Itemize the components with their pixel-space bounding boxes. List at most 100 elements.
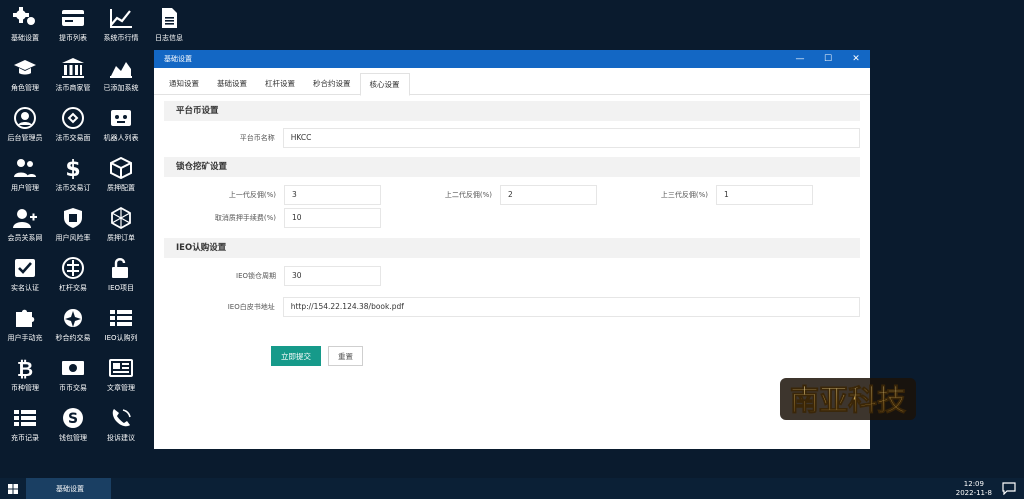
desktop-icon-log[interactable]: 日志信息 <box>144 0 194 50</box>
desktop-icon-otc_order[interactable]: $ 法币交易订 <box>48 150 98 200</box>
desktop-icon-withdraw[interactable]: 提币列表 <box>48 0 98 50</box>
dollar-icon: $ <box>60 156 86 180</box>
desktop-icon-settings[interactable]: 基础设置 <box>0 0 50 50</box>
desktop-icon-ieo[interactable]: IEO项目 <box>96 250 146 300</box>
desktop-icon-otc[interactable]: 法币交易面 <box>48 100 98 150</box>
exchange-icon <box>60 106 86 130</box>
money-icon <box>60 356 86 380</box>
newspaper-icon <box>108 356 134 380</box>
desktop-icon-label: 法币交易面 <box>55 134 91 142</box>
shield-icon <box>60 206 86 230</box>
taskbar-item-settings[interactable]: 基础设置 <box>26 478 111 499</box>
puzzle-icon <box>12 306 38 330</box>
desktop-icon-label: IEO认购列 <box>104 334 138 342</box>
area-chart-icon <box>108 56 134 80</box>
desktop-icon-role[interactable]: 角色管理 <box>0 50 50 100</box>
rebate3-input[interactable]: 1 <box>716 185 813 205</box>
maximize-button[interactable]: ☐ <box>814 50 842 68</box>
desktop-icon-label: 用户手动充 <box>7 334 43 342</box>
users-icon <box>12 156 38 180</box>
lock-period-label: IEO锁仓周期 <box>236 272 276 280</box>
desktop-icon-second[interactable]: 秒合约交易 <box>48 300 98 350</box>
desktop-icon-merchant[interactable]: 法币商家管 <box>48 50 98 100</box>
desktop-icon-label: 角色管理 <box>11 84 39 92</box>
submit-button[interactable]: 立即提交 <box>271 346 321 366</box>
desktop-icon-pledge_cfg[interactable]: 质押配置 <box>96 150 146 200</box>
desktop-icon-admin[interactable]: 后台管理员 <box>0 100 50 150</box>
lock-period-input[interactable]: 30 <box>284 266 381 286</box>
windows-icon <box>8 483 18 494</box>
tab-basic[interactable]: 基础设置 <box>208 73 256 95</box>
desktop-icon-label: 用户管理 <box>11 184 39 192</box>
desktop-icon-label: 币币交易 <box>59 384 87 392</box>
desktop-icon-label: 系统币行情 <box>103 34 139 42</box>
graduation-cap-icon <box>12 56 38 80</box>
desktop-icon-relation[interactable]: 会员关系网 <box>0 200 50 250</box>
desktop-icon-complaint[interactable]: 投诉建议 <box>96 400 146 450</box>
desktop-icon-market[interactable]: 系统币行情 <box>96 0 146 50</box>
rebate1-label: 上一代反佣(%) <box>228 191 276 199</box>
cancel-fee-input[interactable]: 10 <box>284 208 381 228</box>
brand-logo: 南亚科技 <box>780 378 916 420</box>
desktop-icon-coin[interactable]: ₿ 币种管理 <box>0 350 50 400</box>
desktop-icon-added[interactable]: 已添加系统 <box>96 50 146 100</box>
section-ieo-title: IEO认购设置 <box>164 238 860 258</box>
desktop-icon-label: 用户风险率 <box>55 234 91 242</box>
form-content: 平台币设置 平台币名称 HKCC 锁仓挖矿设置 上一代反佣(%) 3 上二代反佣… <box>154 95 870 366</box>
desktop-icon-label: 提币列表 <box>59 34 87 42</box>
coin-name-input[interactable]: HKCC <box>282 128 860 148</box>
close-button[interactable]: ✕ <box>842 50 870 68</box>
desktop-icon-label: 法币商家管 <box>55 84 91 92</box>
desktop-icon-ieo_list[interactable]: IEO认购列 <box>96 300 146 350</box>
rebate1-input[interactable]: 3 <box>284 185 381 205</box>
desktop-icon-label: 基础设置 <box>11 34 39 42</box>
logo-text: 南亚科技 <box>790 383 906 417</box>
tab-second-contract[interactable]: 秒合约设置 <box>304 73 360 95</box>
lever-icon <box>60 256 86 280</box>
user-circle-icon <box>12 106 38 130</box>
desktop-icon-manual[interactable]: 用户手动充 <box>0 300 50 350</box>
tab-core[interactable]: 核心设置 <box>359 73 410 96</box>
desktop-icon-label: 秒合约交易 <box>55 334 91 342</box>
chart-line-icon <box>108 6 134 30</box>
tab-notify[interactable]: 通知设置 <box>160 73 208 95</box>
desktop-icon-c2c[interactable]: 币币交易 <box>48 350 98 400</box>
desktop-icon-recharge[interactable]: 充币记录 <box>0 400 50 450</box>
desktop-icon-wallet[interactable]: S 钱包管理 <box>48 400 98 450</box>
notification-icon[interactable] <box>1002 482 1016 495</box>
start-button[interactable] <box>0 478 26 499</box>
desktop-icon-label: IEO项目 <box>108 284 134 292</box>
coin-name-label: 平台币名称 <box>239 134 275 142</box>
desktop-icon-label: 币种管理 <box>11 384 39 392</box>
desktop-icon-label: 文章管理 <box>107 384 135 392</box>
tab-bar: 通知设置 基础设置 杠杆设置 秒合约设置 核心设置 <box>154 73 870 96</box>
desktop-icon-label: 充币记录 <box>11 434 39 442</box>
bitcoin-icon: ₿ <box>12 356 38 380</box>
phone-icon <box>108 406 134 430</box>
svg-text:₿: ₿ <box>17 357 33 379</box>
desktop-icon-users[interactable]: 用户管理 <box>0 150 50 200</box>
rebate2-label: 上二代反佣(%) <box>444 191 492 199</box>
section-mining-title: 锁仓挖矿设置 <box>164 157 860 177</box>
rebate3-label: 上三代反佣(%) <box>660 191 708 199</box>
minimize-button[interactable]: — <box>786 50 814 68</box>
rebel-icon <box>60 306 86 330</box>
desktop-icon-auth[interactable]: 实名认证 <box>0 250 50 300</box>
section-platform-title: 平台币设置 <box>164 101 860 121</box>
check-square-icon <box>12 256 38 280</box>
svg-text:$: $ <box>65 157 80 179</box>
tab-lever[interactable]: 杠杆设置 <box>256 73 304 95</box>
desktop-icon-article[interactable]: 文章管理 <box>96 350 146 400</box>
reset-button[interactable]: 重置 <box>328 346 363 366</box>
desktop-icon-pledge_order[interactable]: 质押订单 <box>96 200 146 250</box>
desktop-icon-label: 机器人列表 <box>103 134 139 142</box>
desktop-icon-robot[interactable]: 机器人列表 <box>96 100 146 150</box>
whitepaper-input[interactable]: http://154.22.124.38/book.pdf <box>282 297 860 317</box>
window-titlebar[interactable]: 基础设置 — ☐ ✕ <box>154 50 870 68</box>
rebate2-input[interactable]: 2 <box>500 185 597 205</box>
desktop-icon-label: 质押配置 <box>107 184 135 192</box>
svg-text:S: S <box>68 411 78 427</box>
document-icon <box>156 6 182 30</box>
desktop-icon-lever[interactable]: 杠杆交易 <box>48 250 98 300</box>
desktop-icon-risk[interactable]: 用户风险率 <box>48 200 98 250</box>
